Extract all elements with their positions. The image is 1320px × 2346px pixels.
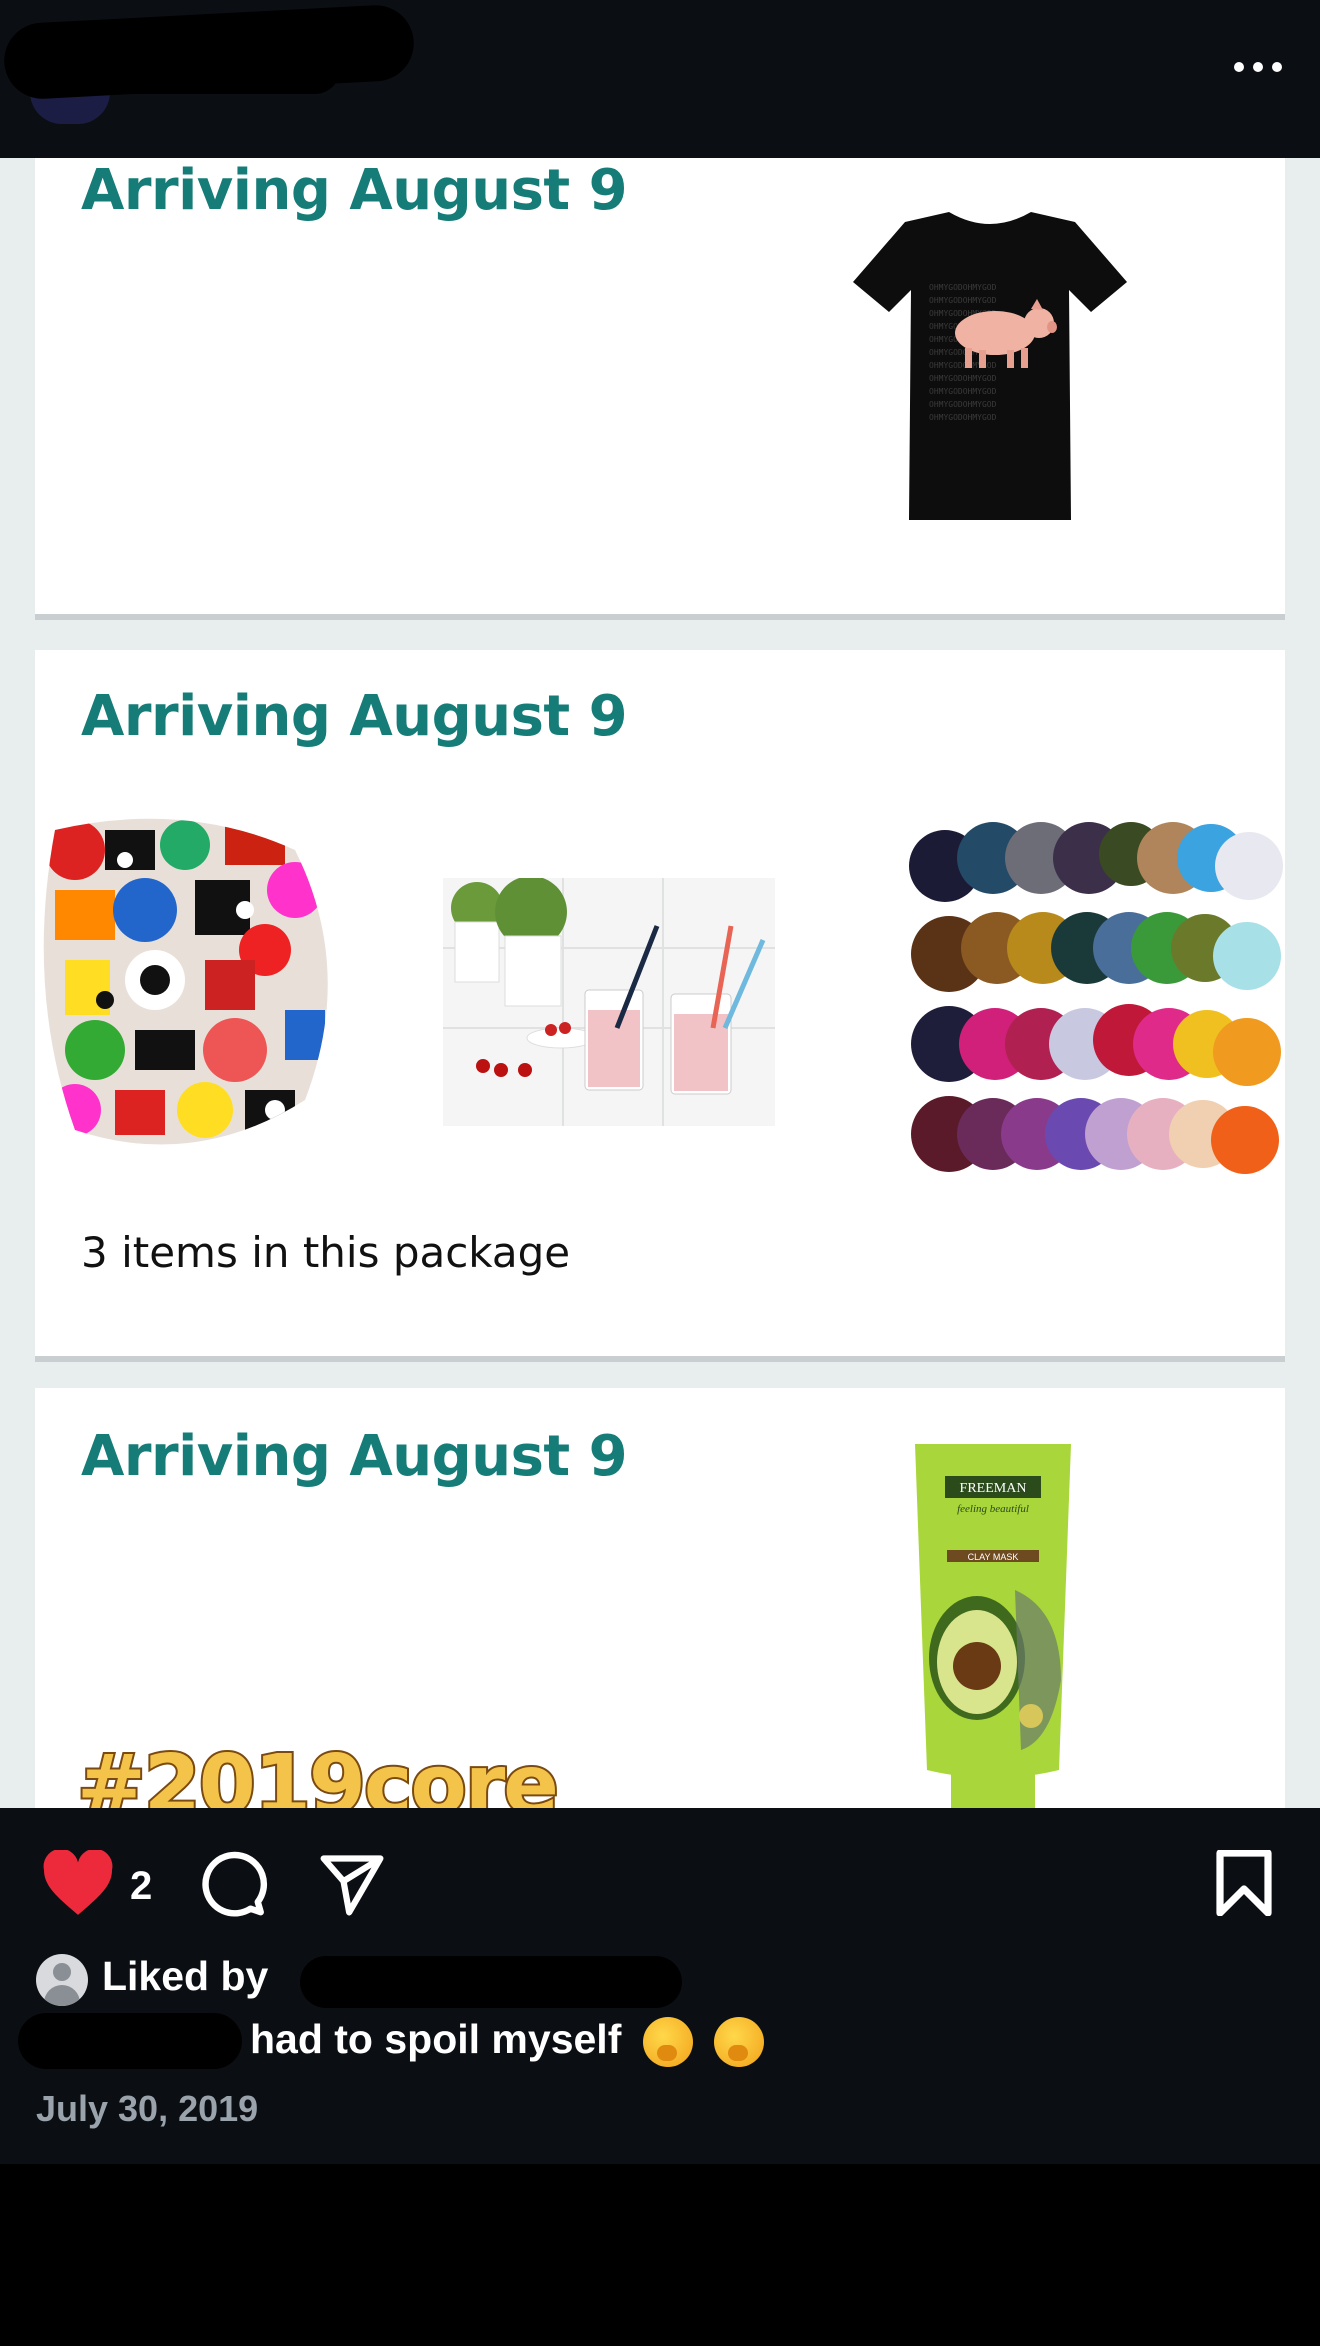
smoothie-straws-image [443, 878, 775, 1126]
mask-type: CLAY MASK [968, 1552, 1019, 1562]
redacted-liker [300, 1956, 682, 2008]
order-card-3: Arriving August 9 #2019core FREEMAN feel… [35, 1388, 1285, 1808]
tshirt-print-line: OHMYGODOHMYGOD [929, 374, 997, 383]
scrunchies-image [909, 822, 1283, 1174]
screen-bottom [0, 2164, 1320, 2346]
clay-mask-tube-image: FREEMAN feeling beautiful CLAY MASK [915, 1444, 1071, 1808]
mask-brand: FREEMAN [960, 1481, 1027, 1496]
like-count[interactable]: 2 [130, 1864, 152, 1909]
post-caption: had to spoil myself [250, 2016, 765, 2068]
post-action-bar: 2 Liked by had to spoil myself July 30, … [0, 1808, 1320, 2164]
hashtag-sticker[interactable]: #2019core [75, 1736, 561, 1808]
tshirt-print-line: OHMYGODOHMYGOD [929, 296, 997, 305]
order-card-1: Arriving August 9 OHMYGODOHMYGOD OHMYGOD… [35, 158, 1285, 620]
tshirt-print-line: OHMYGODOHMYGOD [929, 413, 997, 422]
liked-by-avatar[interactable] [36, 1954, 88, 2006]
post-header [0, 0, 1320, 158]
redacted-caption-user [18, 2013, 242, 2069]
tshirt-print-line: OHMYGODOHMYGOD [929, 387, 997, 396]
tshirt-print-line: OHMYGODOHMYGOD [929, 400, 997, 409]
package-item-count: 3 items in this package [81, 1228, 571, 1277]
sticker-pack-image [43, 818, 328, 1145]
shushing-face-emoji-icon [714, 2017, 765, 2068]
arrival-heading: Arriving August 9 [81, 1424, 628, 1489]
pig-tshirt-image: OHMYGODOHMYGOD OHMYGODOHMYGOD OHMYGODOHM… [853, 212, 1127, 520]
heart-filled-icon[interactable] [40, 1850, 116, 1918]
tshirt-print-line: OHMYGODOHMYGOD [929, 283, 997, 292]
arrival-heading: Arriving August 9 [81, 684, 628, 749]
redacted-username-2 [100, 44, 340, 94]
tshirt-print-line: OHMYGODOHMYGOD [929, 361, 997, 370]
arrival-heading: Arriving August 9 [81, 158, 628, 223]
order-card-2: Arriving August 9 3 items in this packag… [35, 650, 1285, 1362]
liked-by-label: Liked by [102, 1953, 269, 1999]
post-date: July 30, 2019 [36, 2088, 259, 2129]
send-icon[interactable] [318, 1850, 386, 1918]
shushing-face-emoji-icon [642, 2017, 693, 2068]
post-image[interactable]: Arriving August 9 OHMYGODOHMYGOD OHMYGOD… [0, 158, 1320, 1808]
bookmark-icon[interactable] [1214, 1850, 1274, 1916]
caption-text: had to spoil myself [250, 2016, 622, 2062]
comment-icon[interactable] [198, 1848, 268, 1918]
mask-subbrand: feeling beautiful [957, 1503, 1029, 1515]
more-options-icon[interactable] [1234, 62, 1282, 72]
